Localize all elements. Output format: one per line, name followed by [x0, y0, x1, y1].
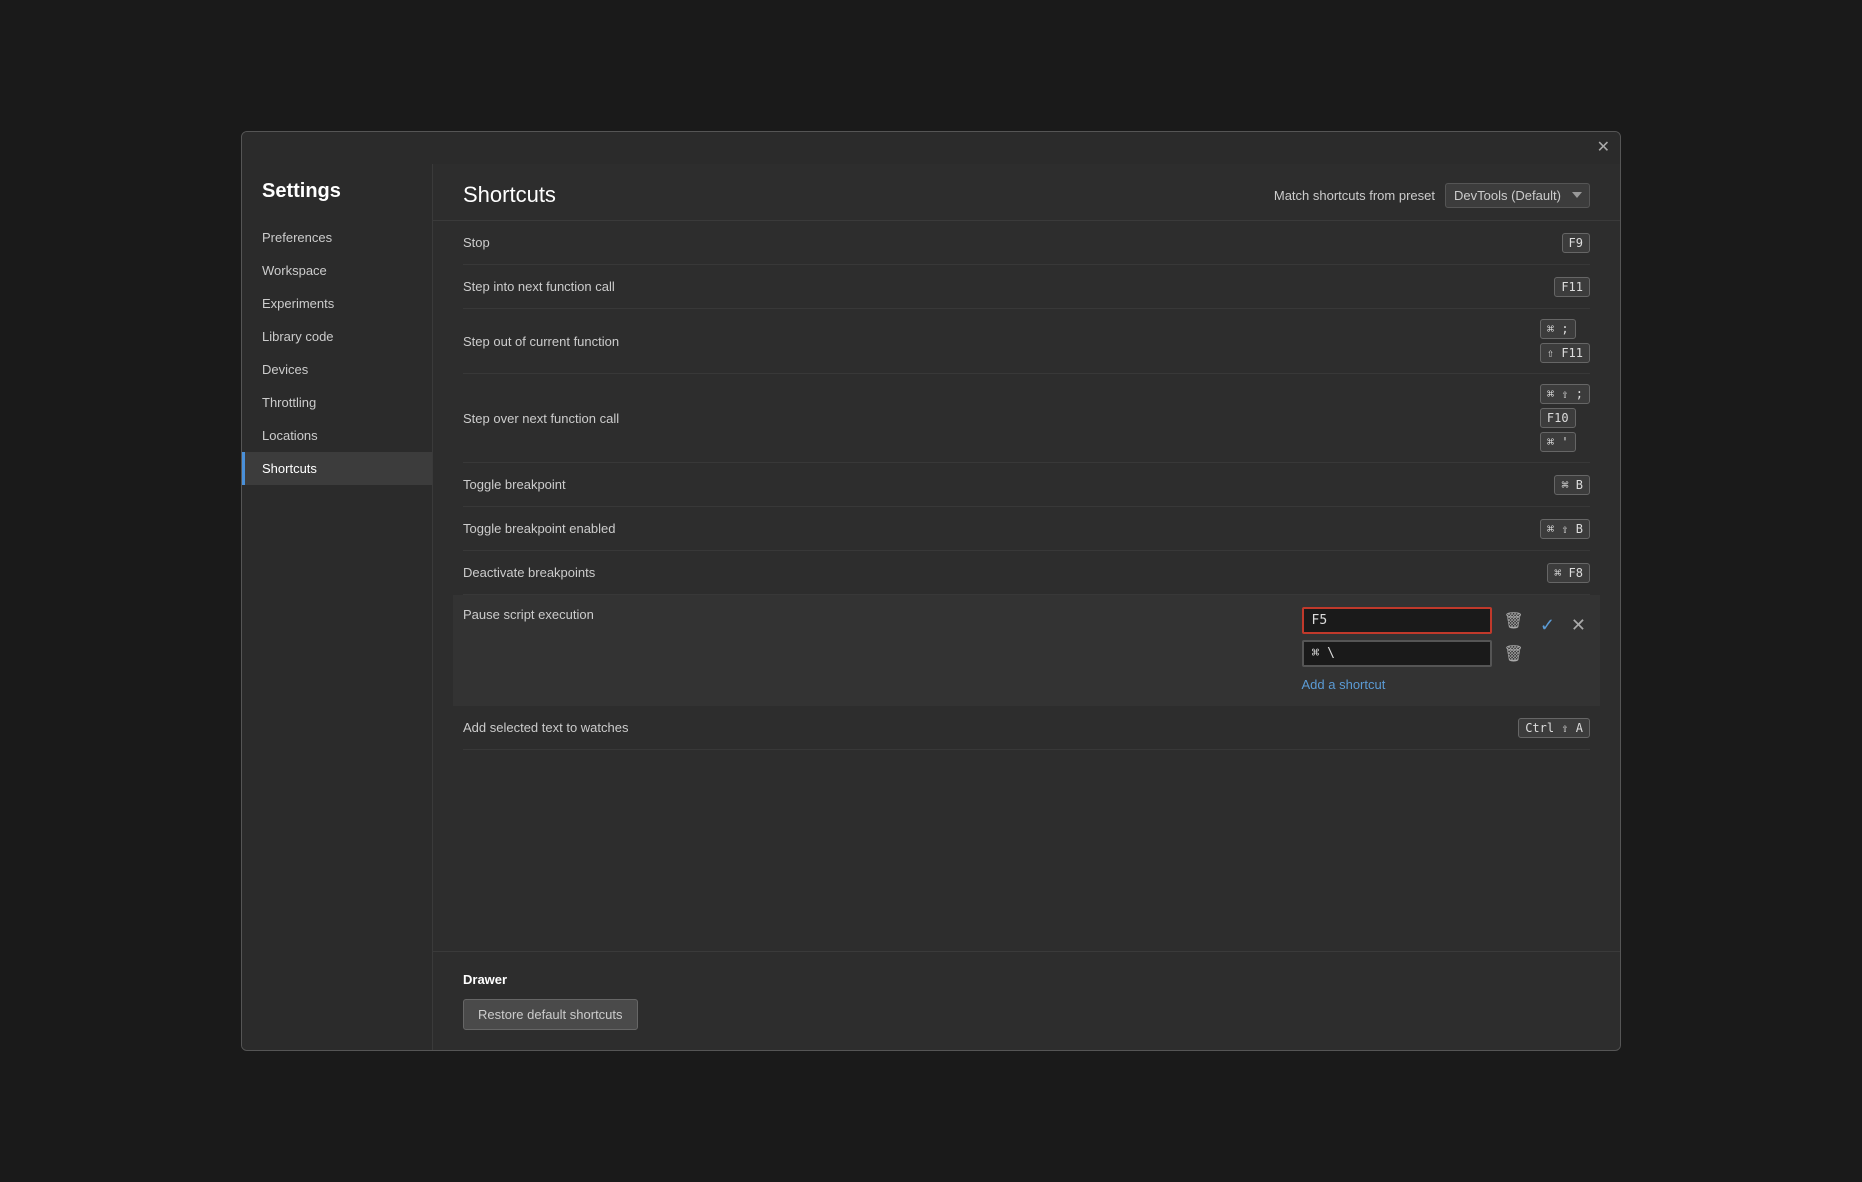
editing-row-2: 🗑: [1302, 640, 1528, 667]
shortcut-row-step-over: Step over next function call ⌘ ⇧ ; F10 ⌘…: [463, 374, 1590, 463]
shortcut-keys-step-over: ⌘ ⇧ ; F10 ⌘ ': [1540, 384, 1590, 452]
close-button[interactable]: ✕: [1597, 140, 1610, 156]
cancel-edit-button[interactable]: ✕: [1567, 611, 1590, 640]
editing-actions: ✓ ✕: [1536, 611, 1590, 640]
shortcut-keys-stop: F9: [1562, 233, 1590, 253]
drawer-section: Drawer Restore default shortcuts: [433, 951, 1620, 1050]
shortcut-row-toggle-breakpoint: Toggle breakpoint ⌘ B: [463, 463, 1590, 507]
shortcut-row-toggle-breakpoint-enabled: Toggle breakpoint enabled ⌘ ⇧ B: [463, 507, 1590, 551]
shortcut-name-step-over: Step over next function call: [463, 411, 1540, 426]
add-shortcut-link[interactable]: Add a shortcut: [1302, 673, 1386, 696]
sidebar-item-shortcuts[interactable]: Shortcuts: [242, 452, 432, 485]
shortcut-name-toggle-breakpoint-enabled: Toggle breakpoint enabled: [463, 521, 1540, 536]
sidebar-title: Settings: [242, 174, 432, 221]
shortcut-name-pause-script: Pause script execution: [463, 607, 1302, 622]
key-badge: ⌘ ⇧ B: [1540, 519, 1590, 539]
delete-key-2-button[interactable]: 🗑: [1500, 642, 1528, 666]
key-badge: ⌘ ': [1540, 432, 1576, 452]
drawer-title: Drawer: [463, 972, 1590, 987]
delete-key-1-button[interactable]: 🗑: [1500, 609, 1528, 633]
pause-script-editing-area: 🗑 🗑 Add a shortcut: [1302, 607, 1528, 696]
shortcut-row-step-into: Step into next function call F11: [463, 265, 1590, 309]
shortcut-keys-deactivate-breakpoints: ⌘ F8: [1547, 563, 1590, 583]
pause-script-key-input-2[interactable]: [1302, 640, 1492, 667]
shortcut-keys-toggle-breakpoint: ⌘ B: [1554, 475, 1590, 495]
shortcut-keys-add-to-watches: Ctrl ⇧ A: [1518, 718, 1590, 738]
shortcut-row-pause-script: Pause script execution 🗑 🗑 Add a s: [453, 595, 1600, 706]
preset-row: Match shortcuts from preset DevTools (De…: [1274, 183, 1590, 208]
shortcut-row-stop: Stop F9: [463, 221, 1590, 265]
shortcut-name-add-to-watches: Add selected text to watches: [463, 720, 1518, 735]
shortcut-name-deactivate-breakpoints: Deactivate breakpoints: [463, 565, 1547, 580]
shortcut-row-add-to-watches: Add selected text to watches Ctrl ⇧ A: [463, 706, 1590, 750]
shortcut-name-step-out: Step out of current function: [463, 334, 1540, 349]
key-badge: Ctrl ⇧ A: [1518, 718, 1590, 738]
confirm-edit-button[interactable]: ✓: [1536, 611, 1559, 640]
editing-row-1: 🗑: [1302, 607, 1528, 634]
sidebar-item-workspace[interactable]: Workspace: [242, 254, 432, 287]
shortcut-row-step-out: Step out of current function ⌘ ; ⇧ F11: [463, 309, 1590, 374]
content-area: Settings Preferences Workspace Experimen…: [242, 164, 1620, 1050]
main-panel: Shortcuts Match shortcuts from preset De…: [432, 164, 1620, 1050]
sidebar-item-preferences[interactable]: Preferences: [242, 221, 432, 254]
title-bar: ✕: [242, 132, 1620, 164]
key-badge: ⇧ F11: [1540, 343, 1590, 363]
sidebar-item-experiments[interactable]: Experiments: [242, 287, 432, 320]
main-header: Shortcuts Match shortcuts from preset De…: [433, 164, 1620, 221]
page-title: Shortcuts: [463, 182, 556, 208]
preset-label: Match shortcuts from preset: [1274, 188, 1435, 203]
pause-script-key-input-1[interactable]: [1302, 607, 1492, 634]
settings-window: ✕ Settings Preferences Workspace Experim…: [241, 131, 1621, 1051]
sidebar-item-throttling[interactable]: Throttling: [242, 386, 432, 419]
key-badge: F9: [1562, 233, 1590, 253]
shortcut-name-stop: Stop: [463, 235, 1562, 250]
sidebar-item-locations[interactable]: Locations: [242, 419, 432, 452]
key-badge: F11: [1554, 277, 1590, 297]
key-badge: ⌘ F8: [1547, 563, 1590, 583]
shortcut-keys-step-out: ⌘ ; ⇧ F11: [1540, 319, 1590, 363]
shortcuts-list: Stop F9 Step into next function call F11…: [433, 221, 1620, 951]
shortcut-keys-step-into: F11: [1554, 277, 1590, 297]
sidebar: Settings Preferences Workspace Experimen…: [242, 164, 432, 1050]
shortcut-row-deactivate-breakpoints: Deactivate breakpoints ⌘ F8: [463, 551, 1590, 595]
shortcut-keys-toggle-breakpoint-enabled: ⌘ ⇧ B: [1540, 519, 1590, 539]
restore-defaults-button[interactable]: Restore default shortcuts: [463, 999, 638, 1030]
key-badge: ⌘ ;: [1540, 319, 1576, 339]
key-badge: ⌘ ⇧ ;: [1540, 384, 1590, 404]
key-badge: F10: [1540, 408, 1576, 428]
shortcut-name-step-into: Step into next function call: [463, 279, 1554, 294]
shortcut-name-toggle-breakpoint: Toggle breakpoint: [463, 477, 1554, 492]
key-badge: ⌘ B: [1554, 475, 1590, 495]
sidebar-item-library-code[interactable]: Library code: [242, 320, 432, 353]
sidebar-item-devices[interactable]: Devices: [242, 353, 432, 386]
preset-select[interactable]: DevTools (Default) Visual Studio Code: [1445, 183, 1590, 208]
